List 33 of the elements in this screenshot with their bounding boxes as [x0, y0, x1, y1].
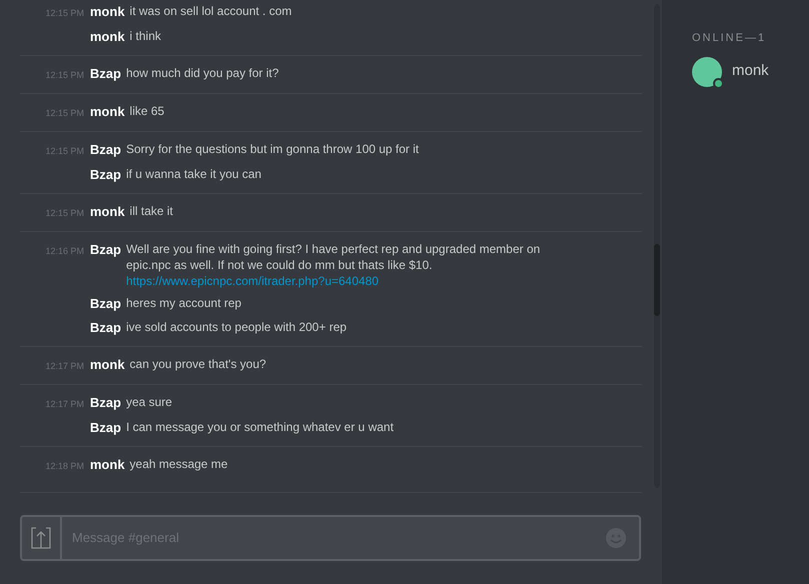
- members-heading: ONLINE—1: [692, 31, 768, 46]
- message-text: it was on sell lol account . com: [130, 3, 293, 19]
- author-name[interactable]: Bzap: [90, 319, 122, 337]
- author-name[interactable]: Bzap: [90, 141, 122, 159]
- upload-icon[interactable]: [30, 526, 52, 550]
- scrollbar-thumb[interactable]: [654, 244, 660, 316]
- message-text: how much did you pay for it?: [126, 65, 280, 81]
- message-text: if u wanna take it you can: [126, 166, 262, 182]
- author-name[interactable]: monk: [90, 28, 125, 46]
- author-name[interactable]: Bzap: [90, 419, 122, 437]
- author-name[interactable]: Bzap: [90, 295, 122, 313]
- author-name[interactable]: Bzap: [90, 394, 122, 412]
- avatar: [692, 56, 722, 86]
- message-text: I can message you or something whatev er u want: [126, 419, 395, 435]
- author-name[interactable]: monk: [90, 103, 125, 121]
- author-name[interactable]: monk: [90, 356, 125, 374]
- message-text: can you prove that's you?: [130, 356, 268, 372]
- message-text: ill take it: [130, 203, 174, 219]
- message-text: ive sold accounts to people with 200+ rep: [126, 319, 348, 335]
- message-text: yea sure: [126, 394, 174, 410]
- author-name[interactable]: Bzap: [90, 166, 122, 184]
- author-name[interactable]: monk: [90, 3, 125, 21]
- author-name[interactable]: Bzap: [90, 241, 122, 289]
- message-text: Sorry for the questions but im gonna throw 100 up for it: [126, 141, 420, 157]
- member-item[interactable]: monk: [692, 56, 809, 86]
- message-text: i think: [130, 28, 162, 44]
- author-name[interactable]: monk: [90, 456, 125, 474]
- message-text: yeah message me: [130, 456, 229, 472]
- message-text: Well are you fine with going first? I have perfect rep and upgraded member on epic.npc as well. If not we could do mm but thats like $10.: [126, 241, 542, 273]
- author-name[interactable]: Bzap: [90, 65, 122, 83]
- message-text: heres my account rep: [126, 295, 242, 311]
- author-name[interactable]: monk: [90, 203, 125, 221]
- message-text: like 65: [130, 103, 166, 119]
